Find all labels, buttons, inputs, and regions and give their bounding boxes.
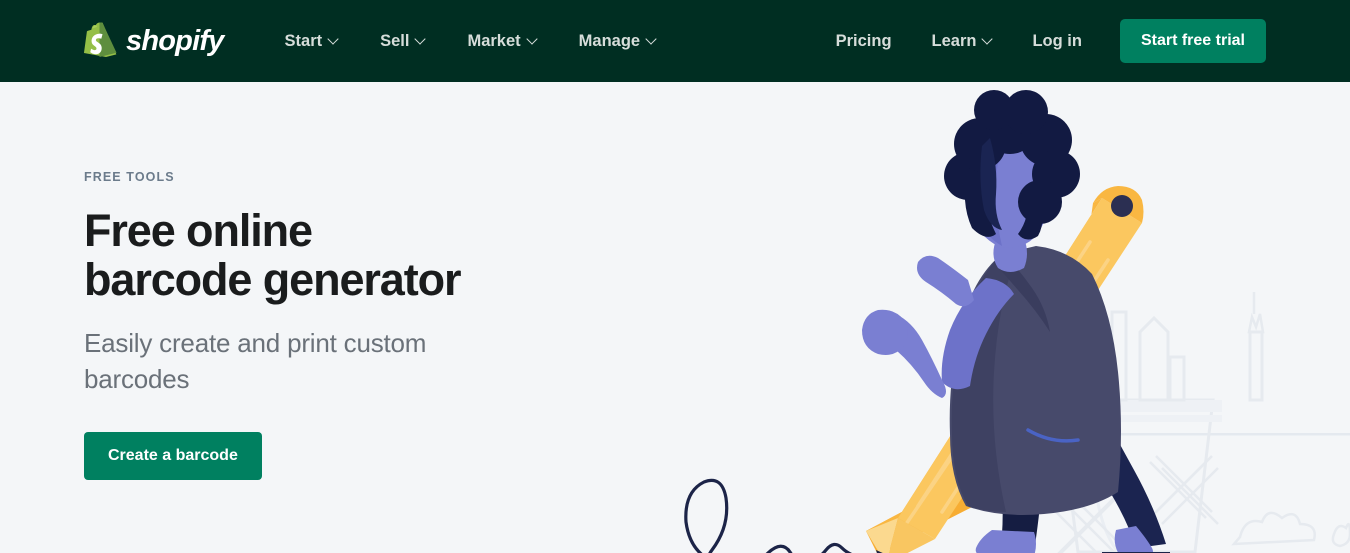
- create-a-barcode-button[interactable]: Create a barcode: [84, 431, 262, 480]
- hero-subtitle: Easily create and print custom barcodes: [84, 328, 427, 394]
- nav-item-learn-label: Learn: [931, 31, 977, 50]
- hero-copy: FREE TOOLS Free online barcode generator…: [84, 170, 604, 480]
- nav-item-login-label: Log in: [1032, 31, 1082, 50]
- nav-item-learn[interactable]: Learn: [912, 22, 1013, 61]
- hero-illustration: [650, 82, 1350, 553]
- nav-item-login[interactable]: Log in: [1012, 22, 1101, 61]
- hero-section: FREE TOOLS Free online barcode generator…: [0, 82, 1350, 553]
- nav-item-manage[interactable]: Manage: [558, 22, 677, 61]
- signature-squiggle: [684, 478, 853, 553]
- nav-item-sell[interactable]: Sell: [359, 22, 446, 61]
- page-title: Free online barcode generator: [84, 205, 462, 306]
- nav-item-sell-label: Sell: [380, 31, 410, 50]
- nav-item-pricing-label: Pricing: [835, 31, 892, 50]
- nav-item-market-label: Market: [467, 31, 521, 50]
- chevron-down-icon: [647, 35, 656, 44]
- nav-item-market[interactable]: Market: [446, 22, 557, 61]
- nav-item-start-label: Start: [284, 31, 323, 50]
- shopify-wordmark: shopify: [126, 24, 224, 57]
- nav-item-start[interactable]: Start: [264, 22, 360, 61]
- shopify-logo-link[interactable]: shopify: [84, 20, 224, 63]
- chevron-down-icon: [416, 35, 425, 44]
- primary-navigation: Start Sell Market Manage: [264, 22, 678, 61]
- site-header: shopify Start Sell Market Manage Pricing…: [0, 0, 1350, 82]
- nav-item-manage-label: Manage: [578, 31, 641, 50]
- person-figure: [862, 90, 1170, 553]
- start-free-trial-button[interactable]: Start free trial: [1119, 19, 1266, 63]
- chevron-down-icon: [329, 35, 338, 44]
- chevron-down-icon: [983, 35, 992, 44]
- nav-item-pricing[interactable]: Pricing: [816, 22, 912, 61]
- hero-eyebrow: FREE TOOLS: [84, 170, 175, 184]
- secondary-navigation: Pricing Learn Log in Start free trial: [816, 19, 1266, 63]
- shopify-bag-logo-icon: [84, 20, 117, 63]
- chevron-down-icon: [528, 35, 537, 44]
